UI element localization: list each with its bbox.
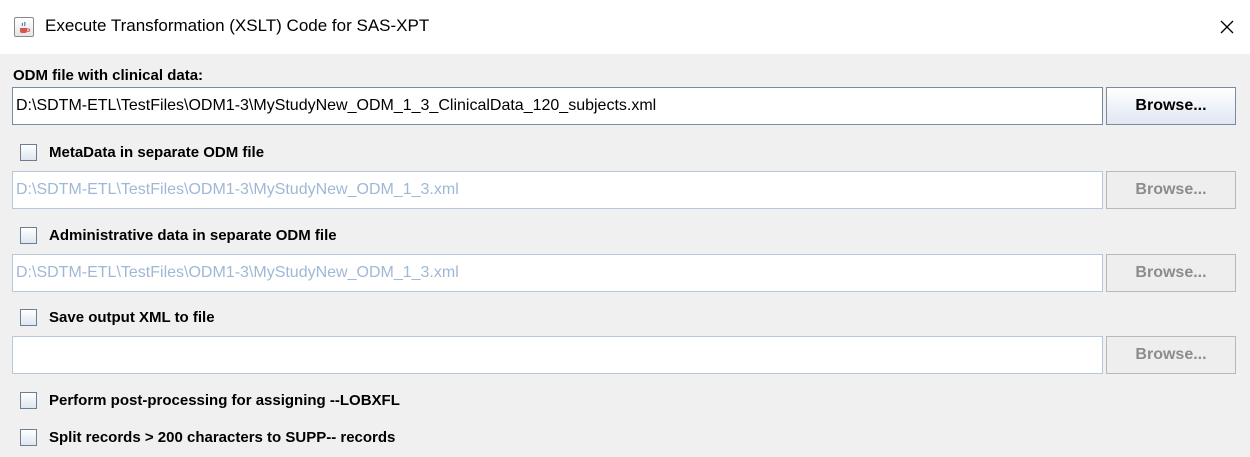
dialog-window: Execute Transformation (XSLT) Code for S… bbox=[0, 0, 1250, 457]
java-cup-icon bbox=[14, 17, 34, 37]
output-checkbox-row[interactable]: Save output XML to file bbox=[20, 306, 215, 328]
clinical-data-path-input[interactable] bbox=[12, 87, 1103, 125]
admin-checkbox[interactable] bbox=[20, 226, 37, 244]
split-checkbox[interactable] bbox=[20, 428, 37, 446]
window-title: Execute Transformation (XSLT) Code for S… bbox=[45, 16, 430, 35]
output-checkbox[interactable] bbox=[20, 308, 37, 326]
admin-path-input bbox=[12, 254, 1103, 292]
close-icon bbox=[1220, 20, 1234, 34]
postprocess-checkbox-label: Perform post-processing for assigning --… bbox=[49, 391, 400, 409]
admin-checkbox-label: Administrative data in separate ODM file bbox=[49, 226, 337, 244]
admin-checkbox-row[interactable]: Administrative data in separate ODM file bbox=[20, 224, 337, 246]
clinical-browse-button[interactable]: Browse... bbox=[1106, 87, 1236, 125]
dialog-content: ODM file with clinical data: Browse... M… bbox=[0, 54, 1250, 457]
metadata-checkbox-label: MetaData in separate ODM file bbox=[49, 143, 265, 161]
metadata-path-input bbox=[12, 171, 1103, 209]
split-checkbox-row[interactable]: Split records > 200 characters to SUPP--… bbox=[20, 426, 395, 448]
admin-browse-button: Browse... bbox=[1106, 254, 1236, 292]
metadata-checkbox-row[interactable]: MetaData in separate ODM file bbox=[20, 141, 264, 163]
output-checkbox-label: Save output XML to file bbox=[49, 308, 215, 326]
title-bar: Execute Transformation (XSLT) Code for S… bbox=[0, 0, 1250, 54]
postprocess-checkbox-row[interactable]: Perform post-processing for assigning --… bbox=[20, 389, 400, 411]
postprocess-checkbox[interactable] bbox=[20, 391, 37, 409]
output-browse-button: Browse... bbox=[1106, 336, 1236, 374]
clinical-data-label: ODM file with clinical data: bbox=[13, 67, 204, 84]
metadata-checkbox[interactable] bbox=[20, 143, 37, 161]
close-button[interactable] bbox=[1204, 0, 1250, 54]
output-path-input bbox=[12, 336, 1103, 374]
metadata-browse-button: Browse... bbox=[1106, 171, 1236, 209]
split-checkbox-label: Split records > 200 characters to SUPP--… bbox=[49, 428, 396, 446]
